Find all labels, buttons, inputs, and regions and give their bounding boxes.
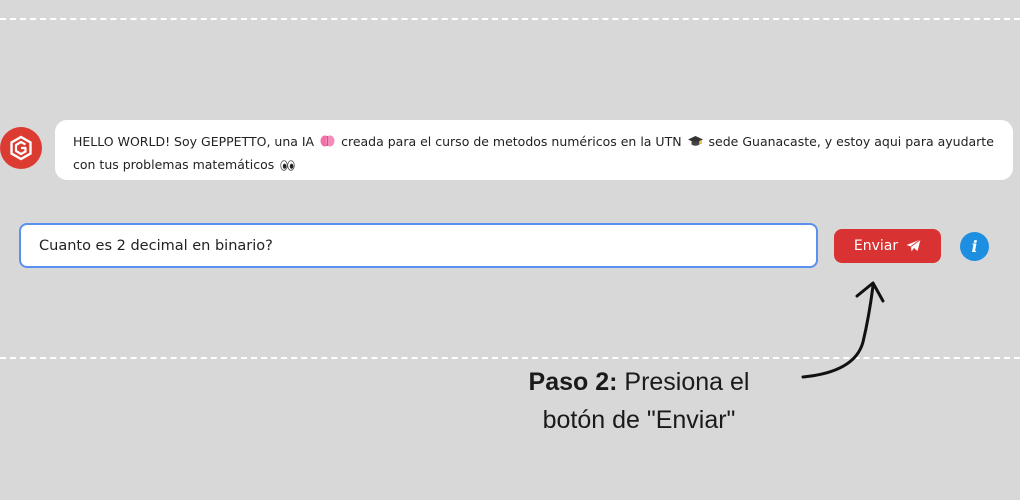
send-button[interactable]: Enviar xyxy=(834,229,941,263)
info-button[interactable]: i xyxy=(960,232,989,261)
top-dashed-divider xyxy=(0,18,1020,20)
message-text-part-2: creada para el curso de metodos numérico… xyxy=(341,134,682,149)
geppetto-logo-icon xyxy=(10,135,32,161)
brain-icon xyxy=(320,133,335,154)
eyes-icon xyxy=(280,156,295,177)
chat-input[interactable] xyxy=(19,223,818,268)
info-icon: i xyxy=(971,237,978,256)
pointer-arrow-icon xyxy=(801,281,885,379)
bot-message-bubble: HELLO WORLD! Soy GEPPETTO, una IA creada… xyxy=(55,120,1013,180)
paper-plane-icon xyxy=(906,239,921,252)
send-button-label: Enviar xyxy=(853,238,899,254)
bot-avatar xyxy=(0,127,42,169)
graduation-cap-icon xyxy=(687,133,703,154)
message-text-part-1: HELLO WORLD! Soy GEPPETTO, una IA xyxy=(73,134,315,149)
step-label: Paso 2: xyxy=(528,368,618,396)
step-annotation: Paso 2: Presiona el botón de "Enviar" xyxy=(500,363,778,439)
